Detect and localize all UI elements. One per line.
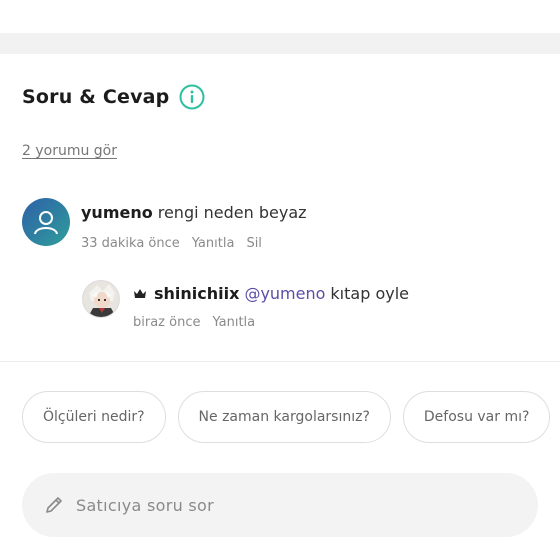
section-divider — [0, 33, 560, 54]
delete-button[interactable]: Sil — [246, 236, 261, 251]
quick-question-chip[interactable]: Ölçüleri nedir? — [22, 391, 166, 443]
quick-question-chip[interactable]: Defosu var mı? — [402, 391, 551, 443]
see-all-comments-link[interactable]: 2 yorumu gör — [22, 143, 117, 159]
comment-line: shinichiix @yumeno kıtap oyle — [133, 284, 409, 303]
comment-line: yumeno rengi neden beyaz — [81, 203, 307, 222]
divider — [0, 361, 560, 362]
comment-body: yumeno rengi neden beyaz 33 dakika önce … — [81, 203, 307, 251]
profile-photo — [83, 281, 119, 317]
ask-seller-input[interactable]: Satıcıya soru sor — [22, 473, 538, 537]
comment-meta: 33 dakika önce Yanıtla Sil — [81, 236, 307, 251]
comment-username[interactable]: yumeno — [81, 203, 153, 222]
user-icon — [34, 211, 58, 235]
avatar[interactable] — [22, 198, 70, 246]
info-icon[interactable] — [179, 84, 205, 110]
quick-question-chip[interactable]: Ne zaman kargolarsınız? — [177, 391, 391, 443]
pencil-icon — [46, 497, 62, 513]
comment-time: 33 dakika önce — [81, 236, 180, 251]
section-header: Soru & Cevap — [22, 84, 205, 110]
reply-button[interactable]: Yanıtla — [212, 315, 255, 330]
crown-icon — [134, 288, 146, 298]
avatar[interactable] — [82, 280, 120, 318]
comment-meta: biraz önce Yanıtla — [133, 315, 409, 330]
comment-body: shinichiix @yumeno kıtap oyle biraz önce… — [133, 284, 409, 330]
comment-item: yumeno rengi neden beyaz 33 dakika önce … — [22, 198, 307, 251]
comment-time: biraz önce — [133, 315, 201, 330]
reply-button[interactable]: Yanıtla — [192, 236, 235, 251]
comment-username[interactable]: shinichiix — [154, 284, 239, 303]
section-title: Soru & Cevap — [22, 86, 170, 108]
mention-link[interactable]: @yumeno — [244, 284, 325, 303]
ask-seller-placeholder: Satıcıya soru sor — [76, 495, 215, 515]
comment-text: kıtap oyle — [330, 284, 409, 303]
comment-text: rengi neden beyaz — [157, 203, 307, 222]
quick-questions: Ölçüleri nedir? Ne zaman kargolarsınız? … — [22, 391, 551, 443]
top-area — [0, 0, 560, 33]
reply-item: shinichiix @yumeno kıtap oyle biraz önce… — [82, 280, 409, 330]
